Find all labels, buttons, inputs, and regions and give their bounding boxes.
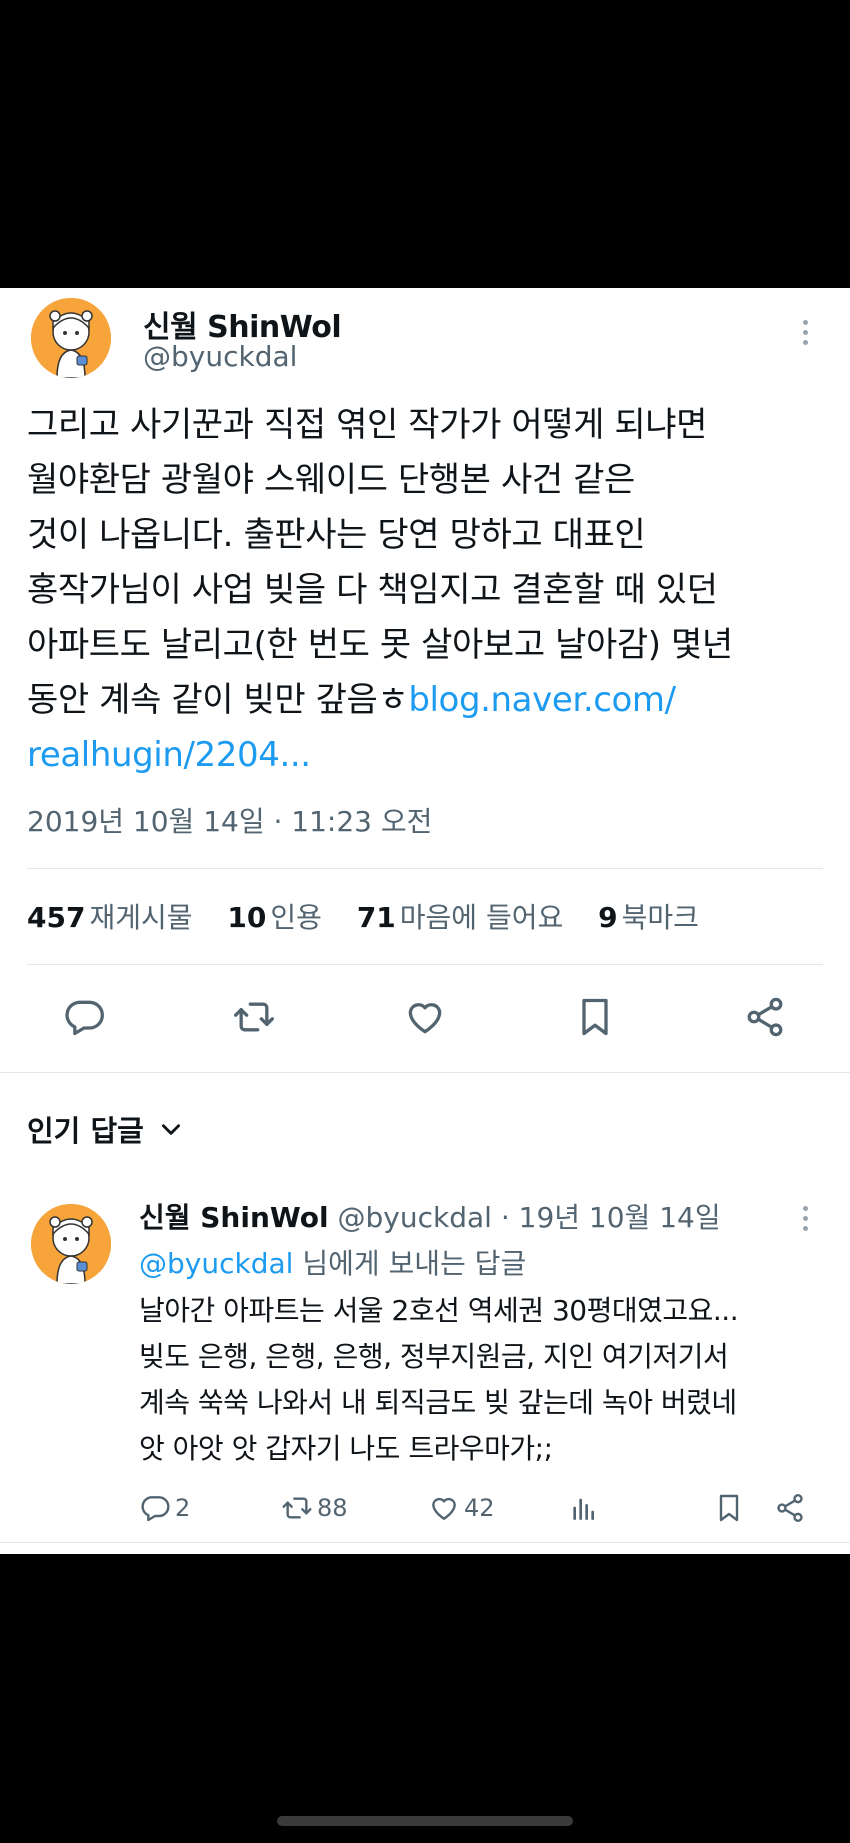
divider (27, 964, 823, 965)
like-icon[interactable] (402, 994, 448, 1040)
replying-to-handle[interactable]: @byuckdal (139, 1247, 293, 1280)
reply-more-options-icon[interactable] (790, 1198, 820, 1238)
more-options-icon[interactable] (790, 312, 820, 352)
reply-icon[interactable] (61, 994, 107, 1040)
divider (0, 1542, 850, 1543)
reply-text: 날아간 아파트는 서울 2호선 역세권 30평대였고요... 빚도 은행, 은행… (139, 1288, 839, 1472)
tweet-link[interactable]: blog.naver.com/ (408, 680, 676, 720)
bookmark-label[interactable]: 북마크 (622, 901, 699, 934)
avatar-illustration (31, 298, 111, 378)
reply-count: 2 (175, 1494, 191, 1522)
reply-like-button[interactable]: 42 (428, 1490, 495, 1526)
bookmark-icon (719, 1494, 739, 1522)
like-icon (432, 1497, 456, 1520)
section-divider (0, 1072, 850, 1073)
tweet-link-continued[interactable]: realhugin/2204... (27, 728, 832, 783)
like-label[interactable]: 마음에 들어요 (400, 901, 563, 934)
avatar[interactable] (31, 298, 111, 378)
reply-text-line: 날아간 아파트는 서울 2호선 역세권 30평대였고요... (139, 1294, 739, 1327)
reply-text-line: 빚도 은행, 은행, 은행, 정부지원금, 지인 여기저기서 (139, 1340, 729, 1373)
home-indicator[interactable] (277, 1816, 573, 1826)
share-icon (777, 1494, 803, 1522)
tweet-text-line: 아파트도 날리고(한 번도 못 살아보고 날아감) 몇년 (27, 625, 733, 665)
retweet-label[interactable]: 재게시물 (89, 901, 192, 934)
tweet-text: 그리고 사기꾼과 직접 엮인 작가가 어떻게 되냐면 월야환담 광월야 스웨이드… (27, 398, 832, 783)
replying-to: @byuckdal 님에게 보내는 답글 (139, 1242, 526, 1282)
reply-icon (141, 1496, 170, 1522)
tweet-text-line: 홍작가님이 사업 빚을 다 책임지고 결혼할 때 있던 (27, 570, 718, 610)
tweet-stats: 457 재게시물 10 인용 71 마음에 들어요 9 북마크 (27, 896, 725, 936)
like-count[interactable]: 71 (357, 901, 396, 934)
retweet-count[interactable]: 457 (27, 901, 85, 934)
avatar-illustration (31, 1204, 111, 1284)
reply-avatar[interactable] (31, 1204, 111, 1284)
retweet-count: 88 (317, 1494, 348, 1522)
reply-reply-button[interactable]: 2 (139, 1490, 190, 1526)
tweet-text-line: 월야환담 광월야 스웨이드 단행본 사건 같은 (27, 460, 635, 500)
reply-share-button[interactable] (774, 1490, 806, 1526)
reply-retweet-button[interactable]: 88 (281, 1490, 348, 1526)
retweet-icon (282, 1497, 312, 1519)
like-count: 42 (464, 1494, 495, 1522)
reply-views-button[interactable] (568, 1490, 600, 1526)
retweet-icon[interactable] (231, 994, 277, 1040)
reply-text-line: 앗 아앗 앗 갑자기 나도 트라우마가;; (139, 1432, 553, 1465)
reply-bookmark-button[interactable] (713, 1490, 745, 1526)
quote-count[interactable]: 10 (227, 901, 266, 934)
tweet-timestamp[interactable]: 2019년 10월 14일 · 11:23 오전 (27, 800, 432, 840)
tweet-text-line: 동안 계속 같이 빚만 갚음ㅎblog.naver.com/ (27, 673, 832, 728)
views-icon (573, 1498, 594, 1520)
reply-meta[interactable]: @byuckdal · 19년 10월 14일 (338, 1201, 721, 1234)
tweet-text-line: 것이 나옵니다. 출판사는 당연 망하고 대표인 (27, 515, 646, 555)
tweet-text-fragment: 동안 계속 같이 빚만 갚음ㅎ (27, 680, 409, 720)
popular-replies-sort[interactable]: 인기 답글 (27, 1108, 184, 1150)
popular-replies-label: 인기 답글 (27, 1114, 144, 1148)
share-icon[interactable] (742, 994, 788, 1040)
bookmark-icon[interactable] (572, 994, 618, 1040)
divider (27, 868, 823, 869)
replying-to-label: 님에게 보내는 답글 (293, 1247, 527, 1280)
bookmark-count[interactable]: 9 (598, 901, 617, 934)
reply-header: 신월 ShinWol @byuckdal · 19년 10월 14일 (139, 1196, 721, 1236)
quote-label[interactable]: 인용 (270, 901, 322, 934)
author-handle[interactable]: @byuckdal (143, 340, 297, 373)
chevron-down-icon (161, 1124, 180, 1135)
reply-author-name[interactable]: 신월 ShinWol (139, 1201, 329, 1234)
tweet-text-line: 그리고 사기꾼과 직접 엮인 작가가 어떻게 되냐면 (27, 405, 708, 445)
tweet-card: 신월 ShinWol @byuckdal 그리고 사기꾼과 직접 엮인 작가가 … (0, 288, 850, 1554)
reply-text-line: 계속 쑥쑥 나와서 내 퇴직금도 빚 갚는데 녹아 버렸네 (139, 1386, 737, 1419)
